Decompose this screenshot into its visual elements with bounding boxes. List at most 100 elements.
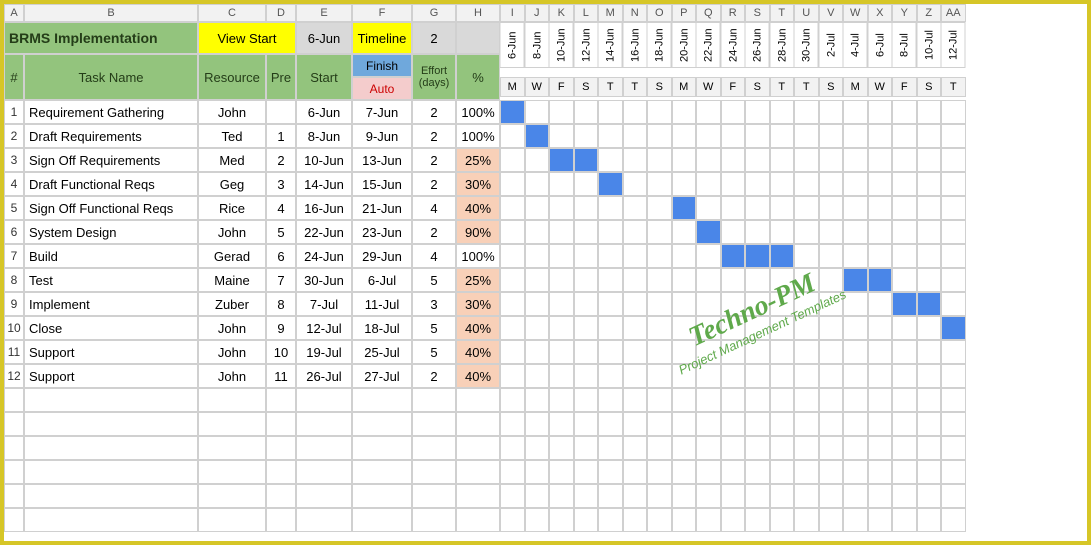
empty-cell[interactable]	[843, 436, 868, 460]
empty-cell[interactable]	[745, 484, 770, 508]
col-header-V[interactable]: V	[819, 4, 844, 22]
empty-cell[interactable]	[917, 484, 942, 508]
pre-12[interactable]: 11	[266, 364, 296, 388]
percent-12[interactable]: 40%	[456, 364, 500, 388]
empty-cell[interactable]	[868, 460, 893, 484]
resource-8[interactable]: Maine	[198, 268, 266, 292]
empty-cell[interactable]	[412, 508, 456, 532]
col-header-H[interactable]: H	[456, 4, 500, 22]
spreadsheet-grid[interactable]: ABCDEFGHIJKLMNOPQRSTUVWXYZAABRMS Impleme…	[4, 4, 1087, 532]
start-2[interactable]: 8-Jun	[296, 124, 352, 148]
empty-cell[interactable]	[794, 388, 819, 412]
start-8[interactable]: 30-Jun	[296, 268, 352, 292]
col-header-J[interactable]: J	[525, 4, 550, 22]
empty-cell[interactable]	[745, 412, 770, 436]
empty-cell[interactable]	[770, 460, 795, 484]
pre-4[interactable]: 3	[266, 172, 296, 196]
empty-cell[interactable]	[352, 436, 412, 460]
empty-cell[interactable]	[598, 388, 623, 412]
resource-1[interactable]: John	[198, 100, 266, 124]
row-num-6[interactable]: 6	[4, 220, 24, 244]
empty-cell[interactable]	[868, 388, 893, 412]
timeline-label[interactable]: Timeline	[352, 22, 412, 54]
effort-1[interactable]: 2	[412, 100, 456, 124]
empty-cell[interactable]	[623, 508, 648, 532]
col-header-AA[interactable]: AA	[941, 4, 966, 22]
effort-5[interactable]: 4	[412, 196, 456, 220]
pre-10[interactable]: 9	[266, 316, 296, 340]
empty-cell[interactable]	[412, 436, 456, 460]
empty-cell[interactable]	[525, 460, 550, 484]
resource-5[interactable]: Rice	[198, 196, 266, 220]
empty-cell[interactable]	[574, 388, 599, 412]
col-header-B[interactable]: B	[24, 4, 198, 22]
empty-cell[interactable]	[721, 388, 746, 412]
empty-cell[interactable]	[352, 412, 412, 436]
empty-cell[interactable]	[500, 484, 525, 508]
percent-2[interactable]: 100%	[456, 124, 500, 148]
col-header-M[interactable]: M	[598, 4, 623, 22]
empty-cell[interactable]	[198, 388, 266, 412]
empty-cell[interactable]	[500, 436, 525, 460]
empty-cell[interactable]	[892, 412, 917, 436]
start-5[interactable]: 16-Jun	[296, 196, 352, 220]
empty-cell[interactable]	[296, 388, 352, 412]
empty-cell[interactable]	[266, 412, 296, 436]
finish-11[interactable]: 25-Jul	[352, 340, 412, 364]
empty-cell[interactable]	[868, 484, 893, 508]
empty-cell[interactable]	[549, 484, 574, 508]
col-header-D[interactable]: D	[266, 4, 296, 22]
row-num-11[interactable]: 11	[4, 340, 24, 364]
percent-8[interactable]: 25%	[456, 268, 500, 292]
start-6[interactable]: 22-Jun	[296, 220, 352, 244]
empty-cell[interactable]	[549, 508, 574, 532]
start-1[interactable]: 6-Jun	[296, 100, 352, 124]
percent-7[interactable]: 100%	[456, 244, 500, 268]
percent-11[interactable]: 40%	[456, 340, 500, 364]
col-header-A[interactable]: A	[4, 4, 24, 22]
empty-cell[interactable]	[647, 412, 672, 436]
empty-cell[interactable]	[623, 484, 648, 508]
empty-cell[interactable]	[745, 508, 770, 532]
percent-6[interactable]: 90%	[456, 220, 500, 244]
percent-1[interactable]: 100%	[456, 100, 500, 124]
empty-cell[interactable]	[696, 484, 721, 508]
empty-cell[interactable]	[696, 436, 721, 460]
empty-cell[interactable]	[623, 388, 648, 412]
percent-4[interactable]: 30%	[456, 172, 500, 196]
pre-6[interactable]: 5	[266, 220, 296, 244]
empty-cell[interactable]	[672, 460, 697, 484]
empty-cell[interactable]	[941, 412, 966, 436]
finish-5[interactable]: 21-Jun	[352, 196, 412, 220]
resource-10[interactable]: John	[198, 316, 266, 340]
empty-cell[interactable]	[770, 388, 795, 412]
empty-cell[interactable]	[941, 436, 966, 460]
empty-cell[interactable]	[941, 388, 966, 412]
finish-8[interactable]: 6-Jul	[352, 268, 412, 292]
empty-cell[interactable]	[266, 484, 296, 508]
empty-cell[interactable]	[917, 436, 942, 460]
empty-cell[interactable]	[574, 412, 599, 436]
empty-cell[interactable]	[456, 388, 500, 412]
empty-cell[interactable]	[721, 436, 746, 460]
start-4[interactable]: 14-Jun	[296, 172, 352, 196]
empty-cell[interactable]	[868, 436, 893, 460]
empty-cell[interactable]	[574, 460, 599, 484]
empty-cell[interactable]	[647, 460, 672, 484]
col-header-Y[interactable]: Y	[892, 4, 917, 22]
empty-cell[interactable]	[266, 436, 296, 460]
percent-3[interactable]: 25%	[456, 148, 500, 172]
empty-cell[interactable]	[819, 484, 844, 508]
empty-cell[interactable]	[4, 508, 24, 532]
empty-cell[interactable]	[549, 388, 574, 412]
empty-cell[interactable]	[770, 508, 795, 532]
empty-cell[interactable]	[917, 460, 942, 484]
empty-cell[interactable]	[868, 508, 893, 532]
col-header-I[interactable]: I	[500, 4, 525, 22]
empty-cell[interactable]	[352, 484, 412, 508]
empty-cell[interactable]	[525, 508, 550, 532]
finish-9[interactable]: 11-Jul	[352, 292, 412, 316]
empty-cell[interactable]	[24, 460, 198, 484]
finish-7[interactable]: 29-Jun	[352, 244, 412, 268]
empty-cell[interactable]	[296, 460, 352, 484]
